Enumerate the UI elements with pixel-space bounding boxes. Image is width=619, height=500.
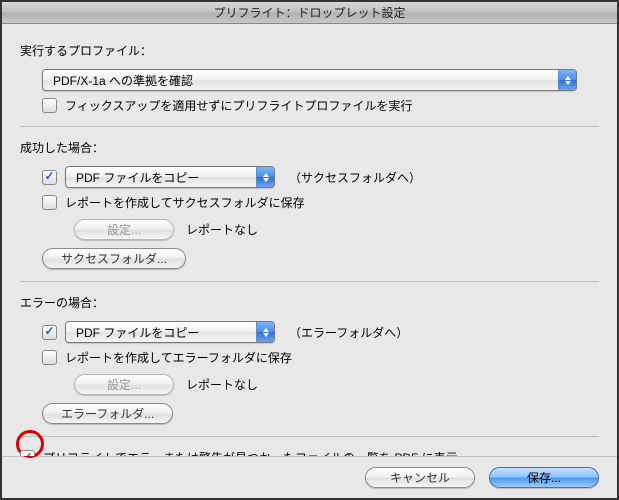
updown-arrows-icon	[558, 70, 576, 90]
error-action-popup[interactable]: PDF ファイルをコピー	[65, 321, 275, 343]
success-action-value: PDF ファイルをコピー	[66, 169, 209, 186]
droplet-settings-window: プリフライト：ドロップレット設定 実行するプロファイル： PDF/X-1a への…	[0, 0, 619, 500]
error-report-status: レポートなし	[186, 376, 258, 393]
success-action-popup[interactable]: PDF ファイルをコピー	[65, 166, 275, 188]
updown-arrows-icon	[256, 322, 274, 342]
divider	[20, 281, 599, 282]
divider	[20, 436, 599, 437]
error-section-label: エラーの場合：	[20, 294, 599, 311]
error-copy-checkbox[interactable]	[42, 325, 57, 340]
no-fixups-checkbox[interactable]	[42, 98, 57, 113]
updown-arrows-icon	[256, 167, 274, 187]
profile-popup[interactable]: PDF/X-1a への準拠を確認	[42, 69, 577, 91]
profile-section-label: 実行するプロファイル：	[20, 42, 599, 59]
error-folder-button[interactable]: エラーフォルダ...	[42, 403, 173, 424]
no-fixups-label: フィックスアップを適用せずにプリフライトプロファイルを実行	[65, 97, 412, 114]
error-action-value: PDF ファイルをコピー	[66, 324, 209, 341]
divider	[20, 126, 599, 127]
success-copy-checkbox[interactable]	[42, 170, 57, 185]
success-paren-text: （サクセスフォルダへ）	[289, 169, 421, 186]
summary-pdf-label: プリフライトでエラーまたは警告が見つかったファイルの一覧を PDF に表示	[43, 449, 458, 456]
error-paren-text: （エラーフォルダへ）	[289, 324, 408, 341]
success-section-label: 成功した場合：	[20, 139, 599, 156]
success-folder-button[interactable]: サクセスフォルダ...	[42, 248, 186, 269]
cancel-button[interactable]: キャンセル	[365, 467, 475, 488]
save-button[interactable]: 保存...	[489, 467, 599, 488]
error-report-checkbox[interactable]	[42, 350, 57, 365]
summary-pdf-checkbox[interactable]	[20, 450, 35, 456]
window-title: プリフライト：ドロップレット設定	[2, 2, 617, 24]
error-settings-button: 設定...	[74, 374, 174, 395]
success-settings-button: 設定...	[74, 219, 174, 240]
success-report-status: レポートなし	[186, 221, 258, 238]
content-area: 実行するプロファイル： PDF/X-1a への準拠を確認 フィックスアップを適用…	[2, 24, 617, 456]
profile-popup-value: PDF/X-1a への準拠を確認	[43, 72, 203, 89]
button-bar: キャンセル 保存...	[2, 456, 617, 498]
error-report-label: レポートを作成してエラーフォルダに保存	[65, 349, 292, 366]
success-report-checkbox[interactable]	[42, 195, 57, 210]
success-report-label: レポートを作成してサクセスフォルダに保存	[65, 194, 305, 211]
